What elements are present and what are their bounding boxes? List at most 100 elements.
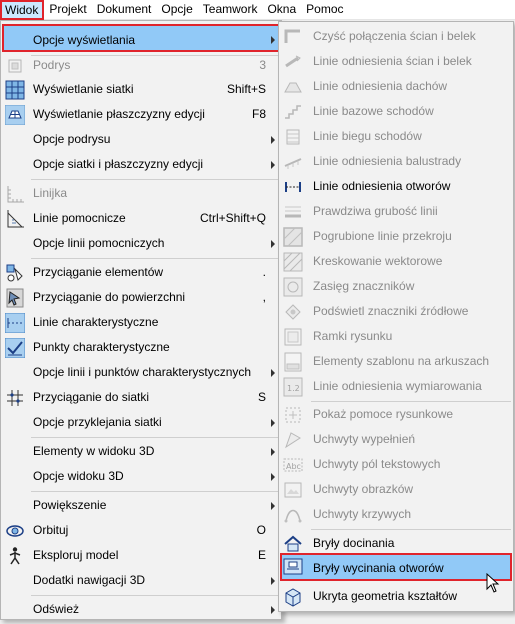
submenu-item-fill-handles[interactable]: Uchwyty wypełnień [280,428,512,451]
menu-item-zoom[interactable]: Powiększenie [2,494,280,517]
menu-item-label: Czyść połączenia ścian i belek [313,29,476,43]
guide-lines-icon [5,209,25,229]
menu-item-label: Orbituj [33,523,69,537]
master-items-icon [283,352,303,372]
menu-item-label: Linie bazowe schodów [313,104,434,118]
hidden-geometry-icon [283,587,303,607]
menu-item-trace[interactable]: Podrys 3 [2,54,280,77]
submenu-arrow-icon [271,369,275,377]
stair-walking-line-icon [283,127,303,147]
dimension-reference-icon: 1.2 [283,377,303,397]
menu-item-trace-options[interactable]: Opcje podrysu [2,128,280,151]
opening-reference-icon [283,177,303,197]
roof-reference-icon [283,77,303,97]
menu-item-special-points[interactable]: Punkty charakterystyczne [2,336,280,359]
submenu-item-image-handles[interactable]: Uchwyty obrazków [280,478,512,501]
menu-item-3d-options[interactable]: Opcje widoku 3D [2,465,280,488]
menu-teamwork[interactable]: Teamwork [198,0,263,20]
submenu-item-dimension-reference[interactable]: 1.2 Linie odniesienia wymiarowania [280,375,512,398]
submenu-item-source-markers[interactable]: Podświetl znaczniki źródłowe [280,300,512,323]
menu-item-grid-display[interactable]: Wyświetlanie siatki Shift+S [2,78,280,101]
editing-plane-icon [4,104,26,126]
submenu-item-wall-reference[interactable]: Linie odniesienia ścian i belek [280,50,512,73]
vector-hatching-icon [283,252,303,272]
menu-item-orbit[interactable]: Orbituj O [2,519,280,542]
submenu-item-curve-handles[interactable]: Uchwyty krzywych [280,503,512,526]
menu-okna[interactable]: Okna [262,0,301,20]
menu-item-shortcut: . [262,265,266,279]
menu-pomoc[interactable]: Pomoc [301,0,348,20]
submenu-item-master-items[interactable]: Elementy szablonu na arkuszach [280,350,512,373]
submenu-item-railing-reference[interactable]: Linie odniesienia balustrady [280,150,512,173]
menu-item-elements-3d[interactable]: Elementy w widoku 3D [2,440,280,463]
menu-projekt[interactable]: Projekt [44,0,91,20]
submenu-item-stair-walking-line[interactable]: Linie biegu schodów [280,125,512,148]
menu-item-label: Powiększenie [33,498,107,512]
menu-item-label: Kreskowanie wektorowe [313,254,443,268]
menu-separator [31,258,279,259]
menu-item-grid-snap-options[interactable]: Opcje przyklejania siatki [2,411,280,434]
submenu-item-trimming-bodies[interactable]: Bryły docinania [280,532,512,555]
mouse-pointer-icon [486,572,502,595]
menu-widok[interactable]: Widok [0,0,45,20]
submenu-item-true-line-weight[interactable]: Prawdziwa grubość linii [280,200,512,223]
menu-item-snap-elements[interactable]: Przyciąganie elementów . [2,261,280,284]
menu-item-snap-surface[interactable]: Przyciąganie do powierzchni , [2,286,280,309]
submenu-arrow-icon [271,240,275,248]
submenu-item-roof-reference[interactable]: Linie odniesienia dachów [280,75,512,98]
menu-item-guide-lines[interactable]: Linie pomocnicze Ctrl+Shift+Q [2,207,280,230]
submenu-item-drawing-frames[interactable]: Ramki rysunku [280,325,512,348]
menu-item-label: Prawdziwa grubość linii [313,204,438,218]
menu-item-label: Podrys [33,58,71,72]
menu-pomoc-label: Pomoc [306,1,344,16]
submenu-item-opening-cut-bodies[interactable]: Bryły wycinania otworów [280,553,512,581]
source-markers-icon [283,302,303,322]
submenu-item-stair-baseline[interactable]: Linie bazowe schodów [280,100,512,123]
menu-item-grid-snap[interactable]: Przyciąganie do siatki S [2,386,280,409]
submenu-item-text-handles[interactable]: Abc Uchwyty pól tekstowych [280,453,512,476]
curve-handles-icon [283,505,303,525]
submenu-item-opening-reference[interactable]: Linie odniesienia otworów [280,175,512,198]
snap-elements-icon [5,263,25,283]
menu-item-display-options[interactable]: Opcje wyświetlania [2,24,280,52]
grid-icon [5,80,25,100]
menu-item-editing-plane[interactable]: Wyświetlanie płaszczyzny edycji F8 [2,103,280,126]
special-lines-icon [4,312,26,334]
menu-item-guide-line-options[interactable]: Opcje linii pomocniczych [2,232,280,255]
menu-separator [31,491,279,492]
menu-separator [31,595,279,596]
menu-projekt-label: Projekt [49,1,87,16]
submenu-item-drawing-aids[interactable]: Pokaż pomoce rysunkowe [280,403,512,426]
menu-item-ruler[interactable]: Linijka [2,182,280,205]
submenu-arrow-icon [271,502,275,510]
submenu-item-hidden-geometry[interactable]: Ukryta geometria kształtów [280,585,512,608]
grid-snap-icon [5,388,25,408]
submenu-item-marker-range[interactable]: Zasięg znaczników [280,275,512,298]
submenu-arrow-icon [271,161,275,169]
true-line-weight-icon [283,202,303,222]
menu-opcje[interactable]: Opcje [156,0,197,20]
menu-item-explore-model[interactable]: Eksploruj model E [2,544,280,567]
menu-item-label: Przyciąganie do siatki [33,390,150,404]
menu-item-shortcut: , [262,290,266,304]
menu-item-special-lines[interactable]: Linie charakterystyczne [2,311,280,334]
menu-item-grid-plane-options[interactable]: Opcje siatki i płaszczyzny edycji [2,153,280,176]
wall-reference-icon [283,52,303,72]
submenu-item-vector-hatching[interactable]: Kreskowanie wektorowe [280,250,512,273]
marker-range-icon [283,277,303,297]
menu-item-label: Wyświetlanie płaszczyzny edycji [33,107,205,121]
menu-separator [311,401,511,402]
submenu-item-clean-joins[interactable]: Czyść połączenia ścian i belek [280,25,512,48]
menu-item-special-options[interactable]: Opcje linii i punktów charakterystycznyc… [2,361,280,384]
submenu-item-bold-cut-lines[interactable]: Pogrubione linie przekroju [280,225,512,248]
menu-item-refresh[interactable]: Odśwież [2,598,280,621]
menu-widok-label: Widok [5,2,39,17]
menu-item-label: Linie charakterystyczne [33,315,159,329]
menu-opcje-label: Opcje [161,1,193,16]
menu-item-3d-navigation-extras[interactable]: Dodatki nawigacji 3D [2,569,280,592]
menu-item-shortcut: Shift+S [226,82,266,96]
drawing-frames-icon [283,327,303,347]
menu-dokument[interactable]: Dokument [92,0,157,20]
menu-item-label: Opcje podrysu [33,132,111,146]
explore-icon [5,546,25,566]
